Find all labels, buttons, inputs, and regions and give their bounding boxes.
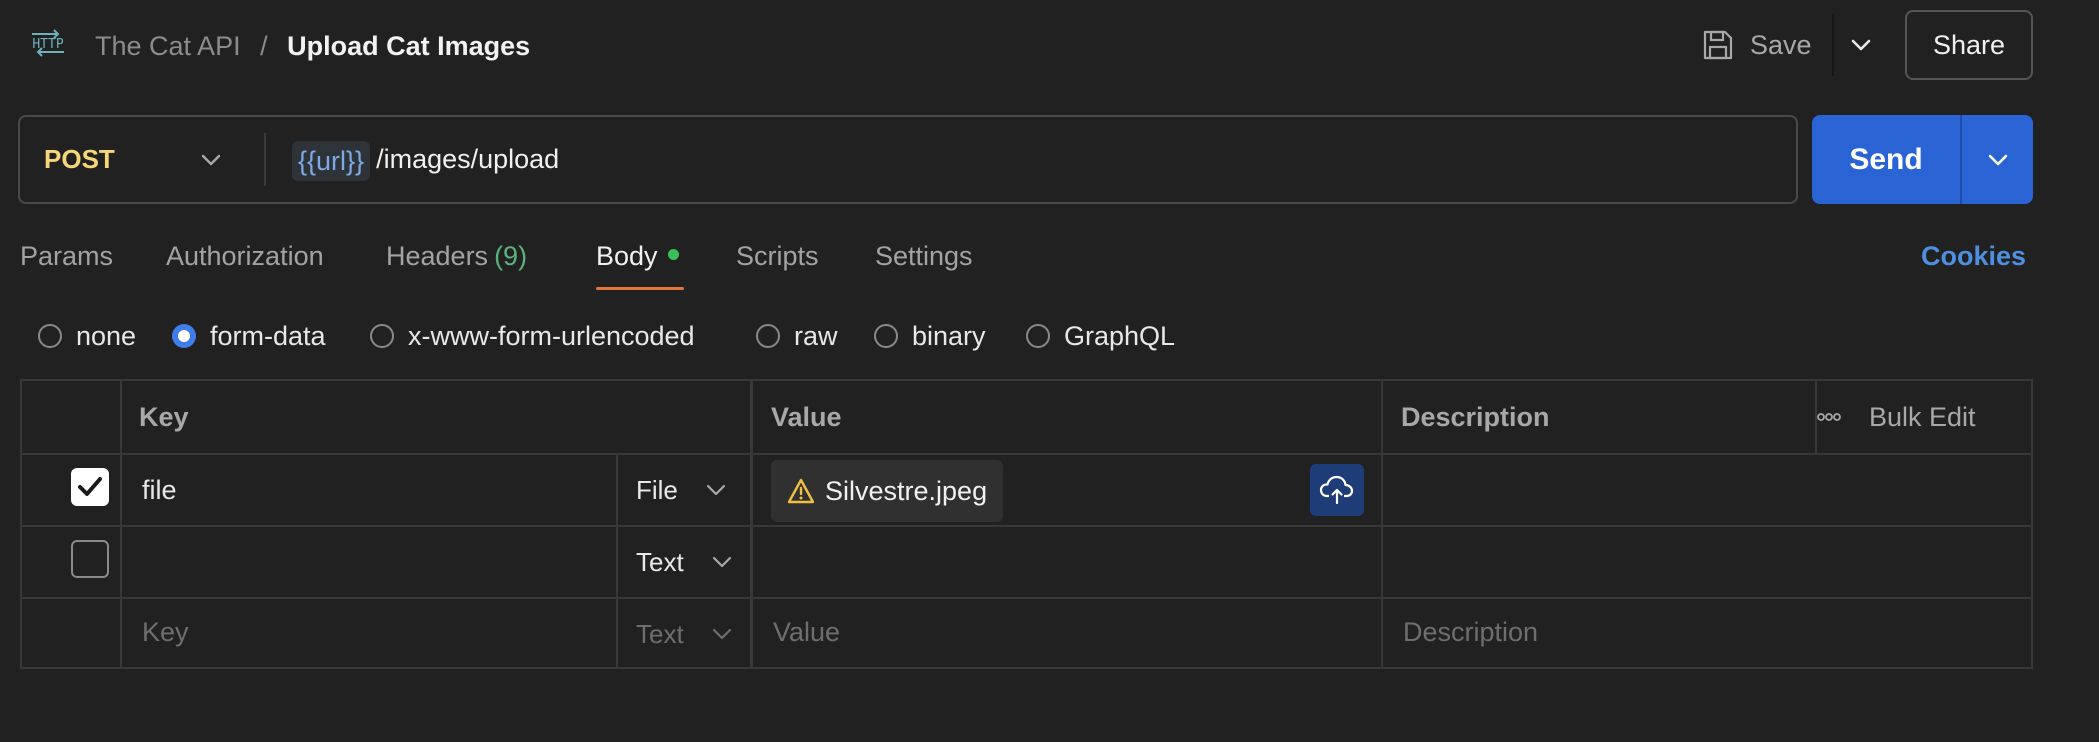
chevron-down-icon	[712, 628, 731, 640]
method-select[interactable]: POST	[44, 117, 115, 202]
tab-scripts[interactable]: Scripts	[736, 236, 819, 276]
row-enabled-checkbox[interactable]	[71, 540, 109, 578]
body-type-raw[interactable]: raw	[756, 316, 838, 356]
radio-label: none	[76, 320, 137, 351]
row-enabled-checkbox[interactable]	[71, 468, 109, 506]
url-path: /images/upload	[376, 144, 560, 174]
tab-label: Settings	[875, 241, 973, 271]
tab-label: Params	[20, 241, 114, 271]
body-type-urlencoded[interactable]: x-www-form-urlencoded	[370, 316, 695, 356]
radio-label: binary	[912, 320, 986, 351]
row-divider	[22, 597, 2031, 599]
bulk-edit-area: Bulk Edit	[1817, 381, 1976, 453]
tab-body[interactable]: Body	[596, 236, 679, 276]
radio-button[interactable]	[874, 324, 898, 348]
body-type-none[interactable]: none	[38, 316, 136, 356]
type-select[interactable]: File	[636, 455, 726, 525]
radio-button[interactable]	[756, 324, 780, 348]
breadcrumb-collection[interactable]: The Cat API	[95, 31, 241, 61]
bulk-edit-button[interactable]: Bulk Edit	[1869, 402, 1976, 433]
save-label: Save	[1750, 29, 1812, 60]
send-options-button[interactable]	[1962, 115, 2033, 204]
cloud-upload-icon	[1319, 475, 1354, 505]
upload-file-button[interactable]	[1310, 464, 1364, 516]
column-header-value: Value	[771, 402, 842, 432]
column-header-key: Key	[139, 402, 189, 432]
radio-label: x-www-form-urlencoded	[408, 320, 695, 351]
request-header: HTTP The Cat API / Upload Cat Images Sav…	[0, 0, 2099, 92]
type-select[interactable]: Text	[636, 599, 732, 669]
tab-label: Body	[596, 241, 658, 271]
column-divider	[616, 453, 618, 667]
warning-icon	[787, 478, 815, 504]
column-divider	[120, 381, 122, 667]
breadcrumb: The Cat API / Upload Cat Images	[95, 28, 530, 64]
description-input-placeholder[interactable]: Description	[1403, 597, 1538, 667]
request-title[interactable]: Upload Cat Images	[287, 31, 530, 61]
radio-button[interactable]	[1026, 324, 1050, 348]
send-button[interactable]: Send	[1812, 115, 1960, 204]
type-label: File	[636, 474, 678, 505]
chevron-down-icon	[712, 556, 731, 568]
cookies-link[interactable]: Cookies	[1921, 236, 2026, 276]
url-bar: POST {{url}}/images/upload	[18, 115, 1798, 204]
row-divider	[22, 525, 2031, 527]
chevron-down-icon	[1988, 154, 2007, 165]
breadcrumb-separator: /	[260, 31, 268, 61]
tab-headers[interactable]: Headers (9)	[386, 236, 527, 276]
tab-params[interactable]: Params	[20, 236, 113, 276]
type-select[interactable]: Text	[636, 527, 732, 597]
body-type-form-data[interactable]: form-data	[172, 316, 326, 356]
ellipsis-icon[interactable]	[1817, 412, 1841, 422]
checkmark-icon	[78, 477, 102, 496]
key-input-placeholder[interactable]: Key	[142, 597, 189, 667]
active-tab-indicator	[596, 287, 684, 290]
tab-label: Authorization	[166, 241, 324, 271]
http-icon-label: HTTP	[32, 37, 64, 52]
save-options-button[interactable]	[1843, 20, 1879, 70]
radio-button[interactable]	[370, 324, 394, 348]
tab-label: Scripts	[736, 241, 819, 271]
radio-button[interactable]	[38, 324, 62, 348]
row-divider	[22, 453, 2031, 455]
save-divider	[1832, 14, 1834, 76]
tab-label: Headers	[386, 241, 489, 271]
save-button[interactable]: Save	[1702, 20, 1830, 70]
chevron-down-icon	[706, 484, 726, 496]
file-chip[interactable]: Silvestre.jpeg	[771, 460, 1004, 522]
headers-count: (9)	[494, 241, 528, 271]
body-type-graphql[interactable]: GraphQL	[1026, 316, 1175, 356]
radio-label: raw	[794, 320, 838, 351]
type-label: Text	[636, 546, 684, 577]
file-name: Silvestre.jpeg	[825, 475, 988, 506]
status-dot	[667, 249, 679, 261]
radio-label: GraphQL	[1064, 320, 1176, 351]
chevron-down-icon[interactable]	[200, 146, 222, 174]
radio-button-selected[interactable]	[172, 324, 196, 348]
type-label: Text	[636, 618, 684, 649]
save-icon	[1703, 30, 1733, 60]
body-type-binary[interactable]: binary	[874, 316, 986, 356]
chevron-down-icon	[1851, 39, 1871, 51]
value-input-placeholder[interactable]: Value	[773, 597, 840, 667]
url-input[interactable]: {{url}}/images/upload	[292, 117, 559, 202]
column-header-description: Description	[1401, 402, 1550, 432]
column-divider	[751, 381, 753, 667]
key-cell[interactable]: file	[142, 455, 177, 525]
share-button[interactable]: Share	[1905, 10, 2033, 80]
column-divider	[1381, 381, 1383, 667]
http-icon: HTTP	[28, 26, 68, 60]
radio-label: form-data	[210, 320, 326, 351]
tab-authorization[interactable]: Authorization	[166, 236, 324, 276]
tab-settings[interactable]: Settings	[875, 236, 973, 276]
url-variable[interactable]: {{url}}	[292, 140, 371, 181]
form-data-table: Key Value Description Bulk Edit file Fil…	[20, 379, 2033, 669]
url-divider	[264, 133, 266, 186]
